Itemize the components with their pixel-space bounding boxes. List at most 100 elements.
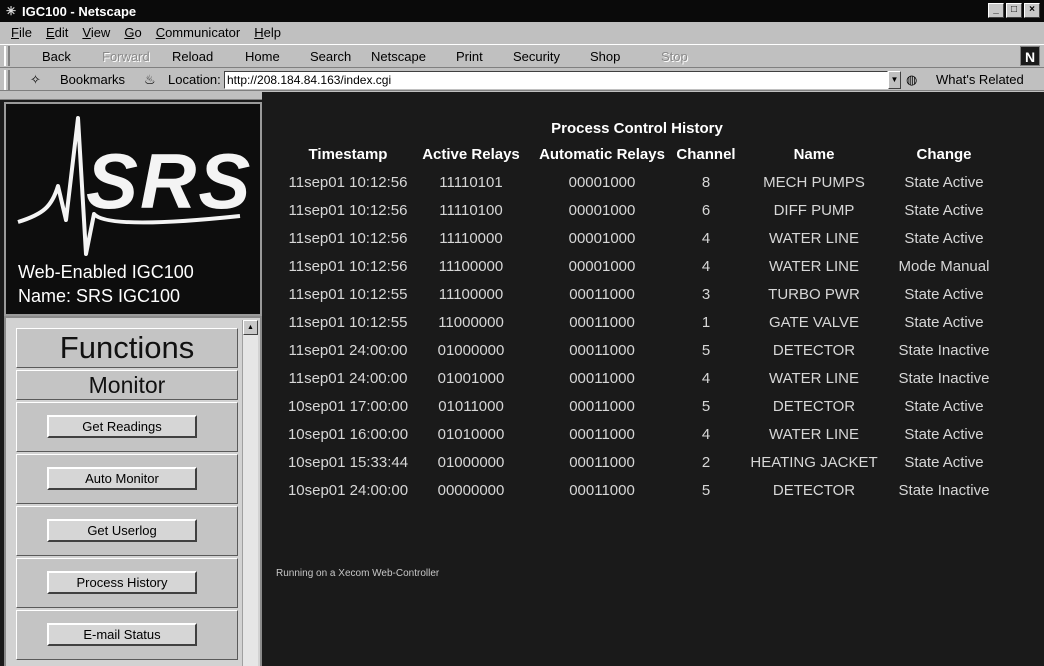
- whats-related-icon: ◍: [906, 72, 918, 87]
- table-cell: 10sep01 15:33:44: [287, 454, 409, 471]
- device-title: Web-Enabled IGC100: [18, 262, 194, 282]
- table-cell: 11110100: [439, 202, 503, 219]
- table-cell: 01000000: [437, 342, 505, 359]
- table-cell: DETECTOR: [772, 482, 856, 499]
- netscape-logo-icon[interactable]: N: [1020, 46, 1040, 66]
- table-cell: 11000000: [438, 314, 504, 331]
- navigation-toolbar: Back Forward Reload Home Search Netscape…: [0, 44, 1044, 68]
- title-bar: ✳ IGC100 - Netscape _ □ ×: [0, 0, 1044, 22]
- table-cell: WATER LINE: [768, 370, 859, 387]
- email-status-button[interactable]: E-mail Status: [47, 623, 197, 646]
- menu-bar: File Edit View Go Communicator Help: [0, 22, 1044, 42]
- stop-button[interactable]: Stop: [661, 49, 688, 64]
- column-header: Automatic Relays: [539, 146, 665, 163]
- close-icon[interactable]: ×: [1024, 3, 1040, 18]
- get-userlog-button[interactable]: Get Userlog: [47, 519, 197, 542]
- window-controls: _ □ ×: [988, 3, 1040, 18]
- location-grip[interactable]: [4, 70, 10, 90]
- table-cell: State Active: [904, 286, 984, 303]
- home-button[interactable]: Home: [245, 49, 280, 64]
- process-history-button[interactable]: Process History: [47, 571, 197, 594]
- url-dropdown-icon[interactable]: ▼: [888, 71, 901, 89]
- table-cell: 11110101: [439, 174, 503, 191]
- table-cell: WATER LINE: [768, 258, 859, 275]
- table-cell: 01001000: [437, 370, 505, 387]
- table-row: 11sep01 24:00:00 01001000 00011000 4 WATER L…: [266, 370, 1006, 394]
- table-cell: 01011000: [438, 398, 504, 415]
- bookmarks-icon: ✧: [30, 72, 41, 87]
- table-cell: 00001000: [568, 202, 636, 219]
- monitor-heading: Monitor: [16, 370, 238, 400]
- table-cell: 11sep01 10:12:56: [288, 202, 408, 219]
- menu-communicator[interactable]: Communicator: [156, 25, 241, 40]
- table-cell: 11sep01 10:12:56: [288, 230, 408, 247]
- table-row: 11sep01 10:12:56 11110101 00001000 8 MECH PU…: [266, 174, 1006, 198]
- column-header: Change: [916, 146, 972, 163]
- table-cell: 00011000: [569, 426, 635, 443]
- table-header: Timestamp Active Relays Automatic Relays…: [266, 146, 1006, 170]
- device-name: Name: SRS IGC100: [18, 286, 181, 306]
- table-cell: State Active: [904, 174, 984, 191]
- table-cell: 00001000: [568, 258, 636, 275]
- table-cell: 5: [701, 342, 711, 359]
- table-cell: 11100000: [438, 258, 504, 275]
- minimize-icon[interactable]: _: [988, 3, 1004, 18]
- bookmarks-button[interactable]: Bookmarks: [60, 72, 125, 87]
- window-title: IGC100 - Netscape: [22, 3, 137, 19]
- table-cell: State Active: [904, 398, 984, 415]
- table-cell: 00001000: [568, 174, 636, 191]
- table-cell: 1: [701, 314, 711, 331]
- table-cell: 11sep01 10:12:55: [288, 314, 408, 331]
- table-cell: 00011000: [569, 454, 635, 471]
- table-cell: 5: [701, 398, 711, 415]
- table-cell: 11sep01 10:12:56: [288, 258, 408, 275]
- netscape-button[interactable]: Netscape: [371, 49, 426, 64]
- table-cell: 11sep01 24:00:00: [288, 370, 408, 387]
- table-cell: 4: [701, 370, 711, 387]
- table-cell: State Active: [904, 230, 984, 247]
- maximize-icon[interactable]: □: [1006, 3, 1022, 18]
- table-row: 11sep01 10:12:56 11110100 00001000 6 DIFF PU…: [266, 202, 1006, 226]
- table-cell: 00001000: [568, 230, 636, 247]
- menu-file[interactable]: File: [11, 25, 32, 40]
- table-cell: Mode Manual: [898, 258, 990, 275]
- location-toolbar: ✧ Bookmarks ♨ Location: http://208.184.8…: [0, 69, 1044, 91]
- search-button[interactable]: Search: [310, 49, 351, 64]
- footer-note: Running on a Xecom Web-Controller: [276, 568, 440, 579]
- table-cell: 10sep01 16:00:00: [287, 426, 409, 443]
- menu-help[interactable]: Help: [254, 25, 281, 40]
- security-button[interactable]: Security: [513, 49, 560, 64]
- table-cell: 11sep01 24:00:00: [288, 342, 408, 359]
- table-cell: 6: [701, 202, 711, 219]
- toolbar-grip[interactable]: [4, 46, 10, 66]
- table-cell: WATER LINE: [768, 230, 859, 247]
- forward-button[interactable]: Forward: [102, 49, 150, 64]
- table-cell: DIFF PUMP: [773, 202, 855, 219]
- menu-view[interactable]: View: [82, 25, 110, 40]
- functions-scrollbar[interactable]: ▲: [242, 320, 258, 666]
- auto-monitor-button[interactable]: Auto Monitor: [47, 467, 197, 490]
- get-readings-button[interactable]: Get Readings: [47, 415, 197, 438]
- button-cell: Get Userlog: [16, 506, 238, 556]
- whats-related-button[interactable]: What's Related: [936, 72, 1024, 87]
- menu-go[interactable]: Go: [124, 25, 141, 40]
- table-cell: 00011000: [569, 342, 635, 359]
- srs-logo-text: SRS: [86, 137, 250, 225]
- column-header: Active Relays: [422, 146, 520, 163]
- shop-button[interactable]: Shop: [590, 49, 620, 64]
- table-cell: GATE VALVE: [768, 314, 860, 331]
- print-button[interactable]: Print: [456, 49, 483, 64]
- button-cell: Get Readings: [16, 402, 238, 452]
- url-input[interactable]: http://208.184.84.163/index.cgi: [224, 71, 888, 89]
- menu-edit[interactable]: Edit: [46, 25, 68, 40]
- back-button[interactable]: Back: [42, 49, 71, 64]
- table-row: 10sep01 16:00:00 01010000 00011000 4 WATER L…: [266, 426, 1006, 450]
- reload-button[interactable]: Reload: [172, 49, 213, 64]
- column-header: Timestamp: [308, 146, 388, 163]
- table-row: 10sep01 24:00:00 00000000 00011000 5 DETECTO…: [266, 482, 1006, 506]
- table-row: 11sep01 10:12:55 11100000 00011000 3 TURBO P…: [266, 286, 1006, 310]
- scroll-up-icon[interactable]: ▲: [243, 320, 258, 335]
- table-cell: 2: [701, 454, 711, 471]
- table-cell: 11100000: [438, 286, 504, 303]
- table-cell: 00011000: [569, 398, 635, 415]
